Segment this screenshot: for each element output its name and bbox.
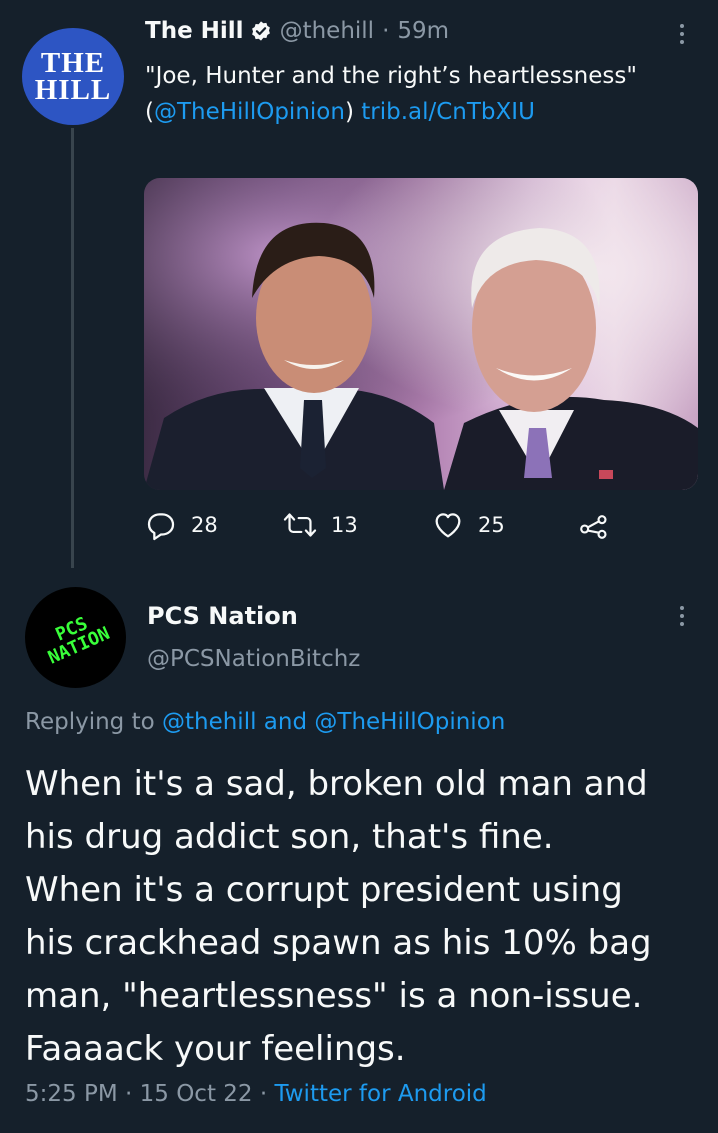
author-handle[interactable]: @thehill bbox=[280, 18, 375, 44]
share-icon bbox=[580, 515, 607, 539]
more-icon[interactable] bbox=[679, 24, 685, 44]
reply-action[interactable]: 28 bbox=[145, 509, 218, 541]
reply-more-icon[interactable] bbox=[679, 606, 685, 626]
reply-icon bbox=[147, 513, 175, 541]
photo-illustration bbox=[144, 178, 698, 490]
like-count: 25 bbox=[478, 513, 505, 537]
article-link[interactable]: trib.al/CnTbXIU bbox=[361, 99, 535, 125]
reply-author-handle[interactable]: @PCSNationBitchz bbox=[147, 646, 360, 672]
reply-count: 28 bbox=[191, 513, 218, 537]
tweet-time[interactable]: 59m bbox=[397, 18, 449, 44]
replying-and: and bbox=[256, 709, 315, 735]
avatar-text-line-1: THE bbox=[40, 46, 106, 79]
reply-author-name[interactable]: PCS Nation bbox=[147, 602, 298, 630]
tweet-meta: 5:25 PM · 15 Oct 22 · Twitter for Androi… bbox=[25, 1081, 487, 1107]
reply-body-text: When it's a sad, broken old man and his … bbox=[25, 764, 652, 1069]
meta-separator-2: · bbox=[252, 1081, 275, 1107]
avatar-text-line-2: HILL bbox=[34, 73, 112, 106]
verified-badge-icon bbox=[251, 21, 270, 41]
mention-link[interactable]: @TheHillOpinion bbox=[154, 99, 345, 125]
replying-to: Replying to @thehill and @TheHillOpinion bbox=[25, 709, 505, 735]
tweet-text-plain-2: ) bbox=[344, 99, 362, 125]
like-action[interactable]: 25 bbox=[432, 509, 505, 541]
pcs-nation-avatar[interactable]: PCS NATION bbox=[25, 587, 126, 688]
author-name[interactable]: The Hill bbox=[145, 18, 244, 44]
header-separator: · bbox=[382, 18, 390, 44]
meta-time: 5:25 PM bbox=[25, 1081, 118, 1107]
replying-prefix: Replying to bbox=[25, 709, 162, 735]
tweet-photo[interactable] bbox=[144, 178, 698, 490]
like-icon bbox=[435, 513, 461, 538]
replying-to-thehillopinion[interactable]: @TheHillOpinion bbox=[314, 709, 505, 735]
the-hill-avatar[interactable]: THE HILL bbox=[22, 28, 124, 125]
retweet-icon bbox=[283, 513, 317, 537]
thread-line bbox=[71, 128, 74, 568]
meta-date: 15 Oct 22 bbox=[139, 1081, 253, 1107]
tweet-text: "Joe, Hunter and the right’s heartlessne… bbox=[145, 58, 685, 130]
retweet-action[interactable]: 13 bbox=[283, 509, 358, 541]
meta-separator-1: · bbox=[117, 1081, 140, 1107]
replying-to-thehill[interactable]: @thehill bbox=[162, 709, 257, 735]
share-action[interactable] bbox=[578, 509, 624, 541]
pcs-nation-logo: PCS NATION bbox=[44, 612, 113, 669]
tweet-header: The Hill @thehill · 59m bbox=[145, 18, 449, 44]
retweet-count: 13 bbox=[331, 513, 358, 537]
meta-source[interactable]: Twitter for Android bbox=[275, 1081, 487, 1107]
